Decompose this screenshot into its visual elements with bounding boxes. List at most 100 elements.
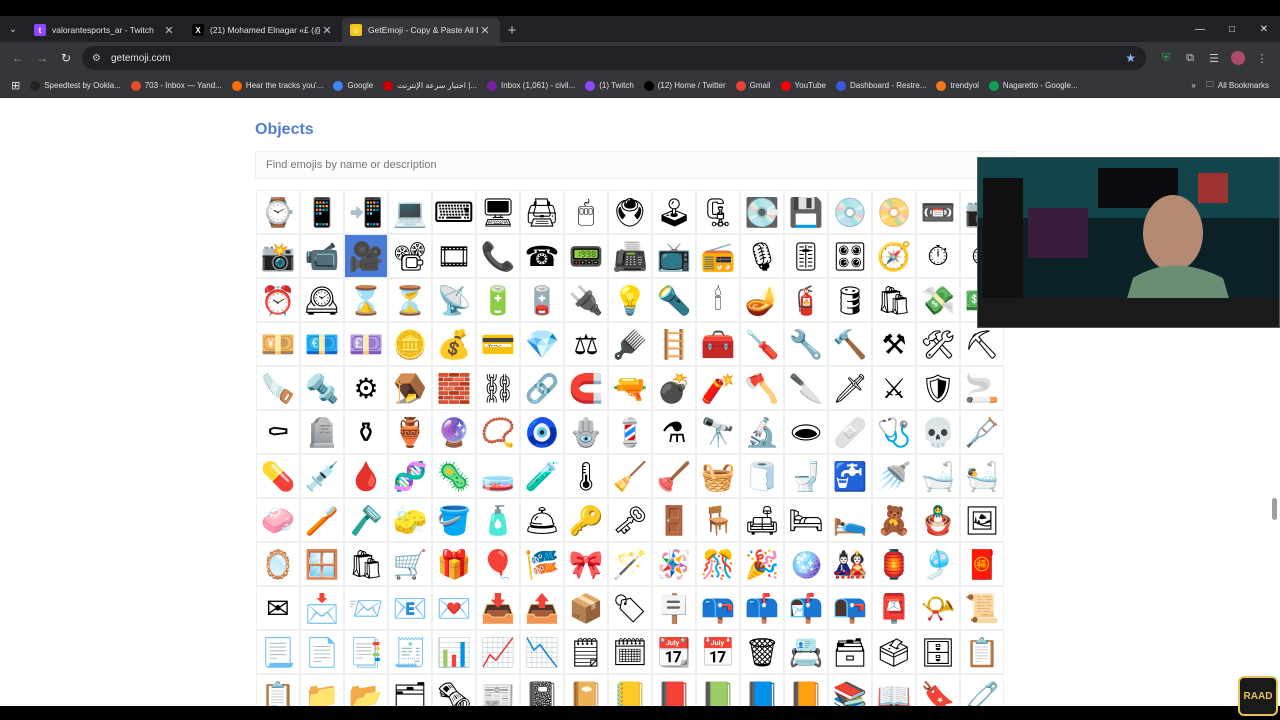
emoji-button[interactable]: 🧾 bbox=[388, 630, 432, 674]
maximize-button[interactable]: □ bbox=[1216, 16, 1248, 42]
emoji-button[interactable]: 💀 bbox=[916, 410, 960, 454]
emoji-button[interactable]: 🦠 bbox=[432, 454, 476, 498]
close-tab-icon[interactable]: ✕ bbox=[320, 24, 334, 37]
emoji-button[interactable]: 📇 bbox=[784, 630, 828, 674]
close-tab-icon[interactable]: ✕ bbox=[162, 24, 176, 37]
emoji-button[interactable]: 🎉 bbox=[740, 542, 784, 586]
emoji-button[interactable]: 📈 bbox=[476, 630, 520, 674]
emoji-button[interactable]: 📻 bbox=[696, 234, 740, 278]
emoji-button[interactable]: 📿 bbox=[476, 410, 520, 454]
emoji-button[interactable]: 📬 bbox=[784, 586, 828, 630]
emoji-button[interactable]: 📘 bbox=[740, 674, 784, 706]
bookmark-item[interactable]: Speedtest by Ookla... bbox=[25, 76, 126, 96]
bookmark-item[interactable]: Dashboard - Restre... bbox=[831, 76, 931, 96]
bookmark-item[interactable]: 703 - Inbox — Yand... bbox=[126, 76, 227, 96]
emoji-button[interactable]: 🪬 bbox=[564, 410, 608, 454]
emoji-button[interactable]: 🪟 bbox=[300, 542, 344, 586]
emoji-button[interactable]: 🧼 bbox=[256, 498, 300, 542]
emoji-button[interactable]: 🪔 bbox=[740, 278, 784, 322]
emoji-button[interactable]: 🗒 bbox=[564, 630, 608, 674]
emoji-button[interactable]: 🎈 bbox=[476, 542, 520, 586]
browser-tab[interactable]: X (21) Mohamed Elnagar «£ (@na ✕ bbox=[184, 18, 342, 42]
emoji-button[interactable]: 🧨 bbox=[696, 366, 740, 410]
emoji-button[interactable]: 🗞 bbox=[432, 674, 476, 706]
emoji-button[interactable]: ⚗ bbox=[652, 410, 696, 454]
emoji-button[interactable]: 📠 bbox=[608, 234, 652, 278]
emoji-button[interactable]: 📊 bbox=[432, 630, 476, 674]
emoji-button[interactable]: 📅 bbox=[696, 630, 740, 674]
emoji-button[interactable]: 🧴 bbox=[476, 498, 520, 542]
emoji-button[interactable]: 🩹 bbox=[828, 410, 872, 454]
emoji-button[interactable]: 🪛 bbox=[740, 322, 784, 366]
emoji-button[interactable]: 💡 bbox=[608, 278, 652, 322]
emoji-button[interactable]: 🪜 bbox=[652, 322, 696, 366]
emoji-button[interactable]: 🔪 bbox=[784, 366, 828, 410]
emoji-button[interactable]: 💶 bbox=[300, 322, 344, 366]
emoji-button[interactable]: 📺 bbox=[652, 234, 696, 278]
emoji-button[interactable]: ⛏ bbox=[960, 322, 1004, 366]
emoji-button[interactable]: 🎙 bbox=[740, 234, 784, 278]
menu-icon[interactable]: ⋮ bbox=[1250, 46, 1274, 70]
emoji-button[interactable]: 🖱 bbox=[564, 190, 608, 234]
emoji-button[interactable]: 🎐 bbox=[916, 542, 960, 586]
emoji-button[interactable]: 🔗 bbox=[520, 366, 564, 410]
emoji-button[interactable]: ⌛ bbox=[344, 278, 388, 322]
emoji-search-input[interactable] bbox=[255, 151, 1015, 179]
emoji-button[interactable]: 🔧 bbox=[784, 322, 828, 366]
emoji-button[interactable]: 📄 bbox=[300, 630, 344, 674]
emoji-button[interactable]: 💿 bbox=[828, 190, 872, 234]
emoji-button[interactable]: 🪄 bbox=[608, 542, 652, 586]
emoji-button[interactable]: 🔫 bbox=[608, 366, 652, 410]
emoji-button[interactable]: 🗃 bbox=[828, 630, 872, 674]
emoji-button[interactable]: 🗄 bbox=[916, 630, 960, 674]
emoji-button[interactable]: 🪒 bbox=[344, 498, 388, 542]
emoji-button[interactable]: ⚰ bbox=[256, 410, 300, 454]
emoji-button[interactable]: ⏳ bbox=[388, 278, 432, 322]
emoji-button[interactable]: ☎ bbox=[520, 234, 564, 278]
emoji-button[interactable]: 🔑 bbox=[564, 498, 608, 542]
extensions-icon[interactable]: ⧉ bbox=[1178, 46, 1202, 70]
emoji-button[interactable]: 🏮 bbox=[872, 542, 916, 586]
bookmark-item[interactable]: Hear the tracks you'... bbox=[227, 76, 329, 96]
emoji-button[interactable]: 💳 bbox=[476, 322, 520, 366]
emoji-button[interactable]: ⚱ bbox=[344, 410, 388, 454]
emoji-button[interactable]: 📩 bbox=[300, 586, 344, 630]
emoji-button[interactable]: 🪑 bbox=[696, 498, 740, 542]
apps-icon[interactable]: ⊞ bbox=[6, 76, 25, 96]
close-window-button[interactable]: ✕ bbox=[1248, 16, 1280, 42]
emoji-button[interactable]: 🚽 bbox=[784, 454, 828, 498]
emoji-button[interactable]: 💻 bbox=[388, 190, 432, 234]
all-bookmarks-folder[interactable]: 🗀 All Bookmarks bbox=[1201, 76, 1274, 96]
emoji-button[interactable]: 📆 bbox=[652, 630, 696, 674]
emoji-button[interactable]: 📑 bbox=[344, 630, 388, 674]
emoji-button[interactable]: 🧷 bbox=[960, 674, 1004, 706]
emoji-button[interactable]: 🚰 bbox=[828, 454, 872, 498]
emoji-button[interactable]: 💽 bbox=[740, 190, 784, 234]
emoji-button[interactable]: 📒 bbox=[608, 674, 652, 706]
emoji-button[interactable]: 🧱 bbox=[432, 366, 476, 410]
browser-tab[interactable]: ☺ GetEmoji - Copy & Paste All Em ✕ bbox=[342, 18, 500, 42]
bookmark-item[interactable]: (1) Twitch bbox=[580, 76, 639, 96]
emoji-button[interactable]: 🎎 bbox=[828, 542, 872, 586]
emoji-button[interactable]: 💾 bbox=[784, 190, 828, 234]
emoji-button[interactable]: 🛍 bbox=[344, 542, 388, 586]
emoji-button[interactable]: 🗜 bbox=[696, 190, 740, 234]
emoji-button[interactable]: 📡 bbox=[432, 278, 476, 322]
emoji-button[interactable]: 🗡 bbox=[828, 366, 872, 410]
emoji-button[interactable]: 🛏 bbox=[784, 498, 828, 542]
emoji-button[interactable]: 🛢 bbox=[828, 278, 872, 322]
emoji-button[interactable]: 🪓 bbox=[740, 366, 784, 410]
close-tab-icon[interactable]: ✕ bbox=[478, 24, 492, 37]
emoji-button[interactable]: 🎀 bbox=[564, 542, 608, 586]
emoji-button[interactable]: 💈 bbox=[608, 410, 652, 454]
emoji-button[interactable]: 📱 bbox=[300, 190, 344, 234]
emoji-button[interactable]: 📀 bbox=[872, 190, 916, 234]
more-bookmarks-icon[interactable]: » bbox=[1186, 76, 1200, 96]
emoji-button[interactable]: 📲 bbox=[344, 190, 388, 234]
emoji-button[interactable]: 🔌 bbox=[564, 278, 608, 322]
emoji-button[interactable]: 📦 bbox=[564, 586, 608, 630]
emoji-button[interactable]: 🧫 bbox=[476, 454, 520, 498]
address-bar[interactable]: ⚙ getemoji.com ★ bbox=[82, 46, 1146, 70]
emoji-button[interactable]: 💰 bbox=[432, 322, 476, 366]
emoji-button[interactable]: 💸 bbox=[916, 278, 960, 322]
